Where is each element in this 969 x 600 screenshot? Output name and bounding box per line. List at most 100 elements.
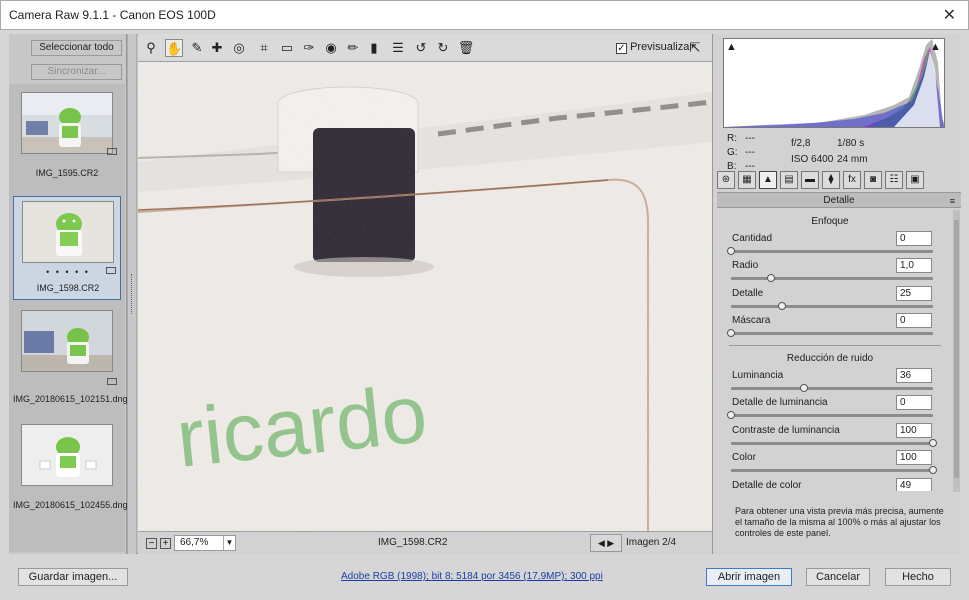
slider-label: Contraste de luminancia xyxy=(732,425,840,436)
slider-value-input[interactable]: 0 xyxy=(896,231,932,246)
shadow-clip-icon[interactable]: ▲ xyxy=(726,41,737,53)
title-bar: Camera Raw 9.1.1 - Canon EOS 100D ✕ xyxy=(0,0,969,30)
section-title-sharpening: Enfoque xyxy=(811,216,849,227)
slider-track[interactable] xyxy=(731,384,933,392)
tab-camera-calibration[interactable]: ◙ xyxy=(864,171,882,189)
slider-thumb[interactable] xyxy=(777,302,786,310)
preview-checkbox[interactable]: ✓ Previsualizar xyxy=(616,41,693,54)
save-image-button[interactable]: Guardar imagen... xyxy=(18,568,128,586)
straighten-icon[interactable]: ▭ xyxy=(278,39,296,57)
flag-icon xyxy=(107,378,117,385)
fullscreen-icon[interactable]: ⇱ xyxy=(686,39,704,57)
histogram: ▲ ▲ xyxy=(723,38,945,128)
slider-label: Detalle de luminancia xyxy=(732,397,828,408)
open-image-button[interactable]: Abrir imagen xyxy=(706,568,792,586)
zoom-out-button[interactable]: − xyxy=(146,538,157,549)
filmstrip-splitter[interactable] xyxy=(127,34,137,554)
preferences-icon[interactable]: ☰ xyxy=(389,39,407,57)
slider-value-input[interactable]: 49 xyxy=(896,478,932,491)
divider xyxy=(729,345,941,346)
highlight-clip-icon[interactable]: ▲ xyxy=(930,41,941,53)
red-eye-icon[interactable]: ◉ xyxy=(322,39,340,57)
tab-basic[interactable]: ⊛ xyxy=(717,171,735,189)
filmstrip-filename: IMG_1598.CR2 xyxy=(36,283,100,293)
g-label: G: xyxy=(727,147,738,158)
image-nav-arrows[interactable]: ◀ ▶ xyxy=(590,534,622,552)
slider-track[interactable] xyxy=(731,302,933,310)
image-preview[interactable]: ricardo xyxy=(138,62,712,531)
slider-track[interactable] xyxy=(727,247,933,255)
slider-label: Color xyxy=(732,452,756,463)
zoom-select[interactable]: 66,7% ▼ xyxy=(174,535,236,551)
tab-effects[interactable]: fx xyxy=(843,171,861,189)
slider-track[interactable] xyxy=(731,439,937,447)
tab-presets[interactable]: ☷ xyxy=(885,171,903,189)
adjustment-brush-icon[interactable]: ✏ xyxy=(344,39,362,57)
color-sampler-icon[interactable]: ✚ xyxy=(208,39,226,57)
slider-thumb[interactable] xyxy=(727,329,735,337)
preview-hint: Para obtener una vista previa más precis… xyxy=(735,506,944,538)
slider-value-input[interactable]: 100 xyxy=(896,423,932,438)
crop-icon[interactable]: ⌗ xyxy=(255,39,273,57)
slider-thumb[interactable] xyxy=(727,247,735,255)
tab-lens-corrections[interactable]: ⧫ xyxy=(822,171,840,189)
slider-thumb[interactable] xyxy=(799,384,808,392)
slider-thumb[interactable] xyxy=(767,274,776,282)
g-value: --- xyxy=(745,147,755,158)
slider-thumb[interactable] xyxy=(929,439,937,447)
close-icon[interactable]: ✕ xyxy=(943,5,956,25)
slider-track[interactable] xyxy=(731,466,937,474)
tab-hsl[interactable]: ▤ xyxy=(780,171,798,189)
tab-split-toning[interactable]: ▬ xyxy=(801,171,819,189)
scrollbar-thumb[interactable] xyxy=(954,220,959,478)
tab-detail[interactable]: ▲ xyxy=(759,171,777,189)
focal-length: 24 mm xyxy=(837,154,868,165)
splitter-grip[interactable] xyxy=(131,274,133,314)
checkbox-icon[interactable]: ✓ xyxy=(616,43,627,54)
detail-sliders: Enfoque Cantidad 0 Radio 1,0 Detalle 25 … xyxy=(717,209,953,491)
slider-value-input[interactable]: 100 xyxy=(896,450,932,465)
slider-value-input[interactable]: 0 xyxy=(896,313,932,328)
rotate-left-icon[interactable]: ↺ xyxy=(412,39,430,57)
zoom-icon[interactable]: ⚲ xyxy=(142,39,160,57)
chevron-down-icon[interactable]: ▼ xyxy=(223,536,235,550)
slider-track[interactable] xyxy=(727,329,933,337)
status-bar: − + 66,7% ▼ IMG_1598.CR2 ◀ ▶ Imagen 2/4 xyxy=(138,531,712,554)
spot-removal-icon[interactable]: ✑ xyxy=(300,39,318,57)
filmstrip-item[interactable]: IMG_20180615_102455.dng xyxy=(13,420,128,524)
white-balance-icon[interactable]: ✎ xyxy=(188,39,206,57)
select-all-button[interactable]: Seleccionar todo xyxy=(31,40,122,56)
filmstrip-list[interactable]: IMG_1595.CR2 • • • • • IMG_1598.CR2 IMG_… xyxy=(9,84,128,552)
targeted-adjustment-icon[interactable]: ◎ xyxy=(230,39,248,57)
panel-scrollbar[interactable] xyxy=(953,210,960,492)
window-title: Camera Raw 9.1.1 - Canon EOS 100D xyxy=(9,8,216,22)
filmstrip-item[interactable]: IMG_1595.CR2 xyxy=(13,88,121,192)
tab-snapshots[interactable]: ▣ xyxy=(906,171,924,189)
graduated-filter-icon[interactable]: ▮ xyxy=(365,39,383,57)
filmstrip-filename: IMG_20180615_102455.dng xyxy=(13,500,128,510)
slider-value-input[interactable]: 36 xyxy=(896,368,932,383)
slider-value-input[interactable]: 25 xyxy=(896,286,932,301)
slider-thumb[interactable] xyxy=(929,466,937,474)
filmstrip-item[interactable]: IMG_20180615_102151.dng xyxy=(13,306,128,410)
panel-title: Detalle xyxy=(823,195,855,206)
filmstrip-item-selected[interactable]: • • • • • IMG_1598.CR2 xyxy=(13,196,121,300)
slider-thumb[interactable] xyxy=(727,411,735,419)
toolbar: ⚲ ✋ ✎ ✚ ◎ ⌗ ▭ ✑ ◉ ✏ ▮ ☰ ↺ ↻ 🗑 ✓ Previsua… xyxy=(138,34,712,62)
done-button[interactable]: Hecho xyxy=(885,568,951,586)
thumbnail-image xyxy=(21,310,113,372)
slider-value-input[interactable]: 1,0 xyxy=(896,258,932,273)
trash-icon[interactable]: 🗑 xyxy=(457,39,475,57)
slider-value-input[interactable]: 0 xyxy=(896,395,932,410)
slider-track[interactable] xyxy=(727,411,933,419)
tab-tone-curve[interactable]: ▦ xyxy=(738,171,756,189)
zoom-in-button[interactable]: + xyxy=(160,538,171,549)
slider-track[interactable] xyxy=(731,274,933,282)
workflow-options-link[interactable]: Adobe RGB (1998); bit 8; 5184 por 3456 (… xyxy=(341,571,603,582)
cancel-button[interactable]: Cancelar xyxy=(806,568,870,586)
flag-icon xyxy=(107,148,117,155)
rotate-right-icon[interactable]: ↻ xyxy=(434,39,452,57)
sync-button[interactable]: Sincronizar... xyxy=(31,64,122,80)
hand-icon[interactable]: ✋ xyxy=(165,39,183,57)
panel-menu-icon[interactable]: ≡ xyxy=(950,193,955,209)
